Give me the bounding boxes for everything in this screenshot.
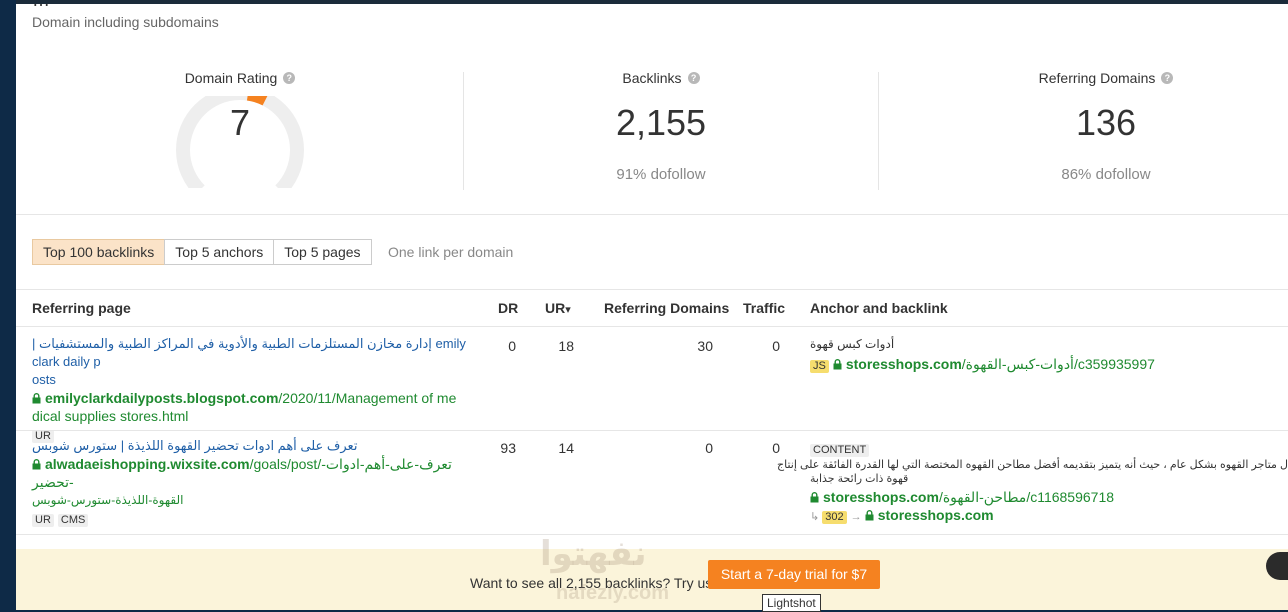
- arrow-right-icon: →: [850, 511, 865, 523]
- backlink-checker-panel: … Domain including subdomains Domain Rat…: [16, 4, 1288, 610]
- referring-page-url-cont[interactable]: القهوة-اللذيذة-ستورس-شوبس: [32, 491, 482, 509]
- metric-divider: [463, 72, 464, 190]
- anchor-context: ل متاجر القهوه بشكل عام ، حيث أنه يتميز …: [777, 459, 1288, 471]
- tab-top-5-anchors[interactable]: Top 5 anchors: [164, 239, 275, 265]
- referring-page-title-link[interactable]: تعرف على أهم ادوات تحضير القهوة اللذيذة …: [32, 437, 482, 455]
- referring-page-title-link[interactable]: إدارة مخازن المستلزمات الطبية والأدوية ف…: [32, 336, 466, 369]
- js-badge: JS: [810, 360, 829, 373]
- table-header-border: [16, 326, 1288, 327]
- backlinks-label: Backlinks: [622, 70, 682, 86]
- referring-domains-value: 136: [1075, 102, 1137, 143]
- table-top-border: [16, 289, 1288, 290]
- tab-top-5-pages[interactable]: Top 5 pages: [273, 239, 372, 265]
- ur-value: 18: [558, 338, 574, 354]
- referring-page-cell: تعرف على أهم ادوات تحضير القهوة اللذيذة …: [32, 437, 482, 528]
- col-header-referring-domains[interactable]: Referring Domains: [604, 300, 729, 316]
- col-header-traffic[interactable]: Traffic: [743, 300, 785, 316]
- sort-desc-icon: ▾: [565, 304, 571, 316]
- row-divider: [16, 430, 1288, 431]
- backlink-tabs: Top 100 backlinks Top 5 anchors Top 5 pa…: [32, 239, 372, 265]
- domain-rating-value: 7: [229, 102, 251, 143]
- start-trial-button[interactable]: Start a 7-day trial for $7: [708, 560, 880, 589]
- left-sidebar-edge: [0, 0, 16, 610]
- scope-subtitle: Domain including subdomains: [32, 14, 219, 30]
- cms-badge: CMS: [57, 514, 89, 527]
- referring-domains-value: 30: [697, 338, 713, 354]
- redirect-chain[interactable]: ↳ 302 → storesshops.com: [810, 506, 1288, 526]
- redirect-302-badge: 302: [822, 511, 847, 524]
- row-divider: [16, 534, 1288, 535]
- dr-value: 93: [500, 440, 516, 456]
- traffic-value: 0: [772, 338, 780, 354]
- col-header-ur[interactable]: UR▾: [545, 300, 571, 316]
- metric-divider: [878, 72, 879, 190]
- lock-icon: [810, 492, 819, 503]
- col-header-anchor-backlink[interactable]: Anchor and backlink: [810, 300, 948, 316]
- ur-value: 14: [558, 440, 574, 456]
- help-icon[interactable]: ?: [283, 72, 296, 84]
- tab-top-100-backlinks[interactable]: Top 100 backlinks: [32, 239, 166, 265]
- redirect-arrow-icon: ↳: [810, 511, 823, 523]
- page-title-cut: …: [32, 4, 50, 11]
- gauge-fill: [246, 96, 268, 106]
- watermark-url: nafeziy.com: [556, 582, 669, 604]
- help-icon[interactable]: ?: [1161, 72, 1174, 84]
- referring-domains-dofollow: 86% dofollow: [1061, 166, 1151, 183]
- domain-rating-metric: Domain Rating?: [166, 70, 314, 88]
- section-divider: [16, 214, 1288, 215]
- referring-domains-value: 0: [705, 440, 713, 456]
- backlinks-value: 2,155: [615, 102, 707, 143]
- backlink-url[interactable]: storesshops.com/مطاحن-القهوة/c1168596718: [810, 488, 1288, 506]
- side-scroll-handle[interactable]: [1266, 552, 1288, 580]
- anchor-backlink-cell: CONTENT ل متاجر القهوه بشكل عام ، حيث أن…: [777, 440, 1288, 526]
- anchor-text: أدوات كبس قهوة: [810, 337, 895, 351]
- domain-rating-label: Domain Rating: [184, 70, 278, 86]
- referring-page-title-cont[interactable]: osts: [32, 371, 472, 389]
- referring-page-cell: إدارة مخازن المستلزمات الطبية والأدوية ف…: [32, 335, 472, 444]
- referring-page-url-cont[interactable]: dical supplies stores.html: [32, 407, 472, 425]
- lock-icon: [865, 510, 874, 521]
- dr-value: 0: [508, 338, 516, 354]
- content-badge: CONTENT: [810, 444, 870, 457]
- watermark-logo: نفهتوا: [540, 535, 647, 573]
- referring-page-url[interactable]: emilyclarkdailyposts.blogspot.com/2020/1…: [32, 389, 472, 407]
- col-header-dr[interactable]: DR: [498, 300, 518, 316]
- backlink-url[interactable]: JS storesshops.com/أدوات-كبس-القهوة/c3599…: [810, 355, 1288, 373]
- lock-icon: [32, 393, 41, 404]
- ur-badge: UR: [32, 514, 54, 527]
- lightshot-tooltip: Lightshot: [762, 594, 821, 612]
- referring-domains-metric: Referring Domains? 136 86% dofollow: [1006, 70, 1206, 183]
- lock-icon: [32, 459, 41, 470]
- anchor-backlink-cell: أدوات كبس قهوة JS storesshops.com/أدوات-ك…: [810, 335, 1288, 373]
- backlinks-dofollow: 91% dofollow: [616, 166, 706, 183]
- help-icon[interactable]: ?: [687, 72, 700, 84]
- backlinks-metric: Backlinks? 2,155 91% dofollow: [561, 70, 761, 183]
- one-link-per-domain-note: One link per domain: [388, 244, 514, 260]
- referring-domains-label: Referring Domains: [1038, 70, 1156, 86]
- referring-page-url[interactable]: alwadaeishopping.wixsite.com/goals/post/…: [32, 455, 482, 491]
- col-header-ur-label: UR: [545, 300, 566, 316]
- lock-icon: [833, 359, 842, 370]
- anchor-context-cont: قهوة ذات رائحة جذابة: [810, 473, 909, 485]
- traffic-value: 0: [772, 440, 780, 456]
- col-header-referring-page[interactable]: Referring page: [32, 300, 131, 316]
